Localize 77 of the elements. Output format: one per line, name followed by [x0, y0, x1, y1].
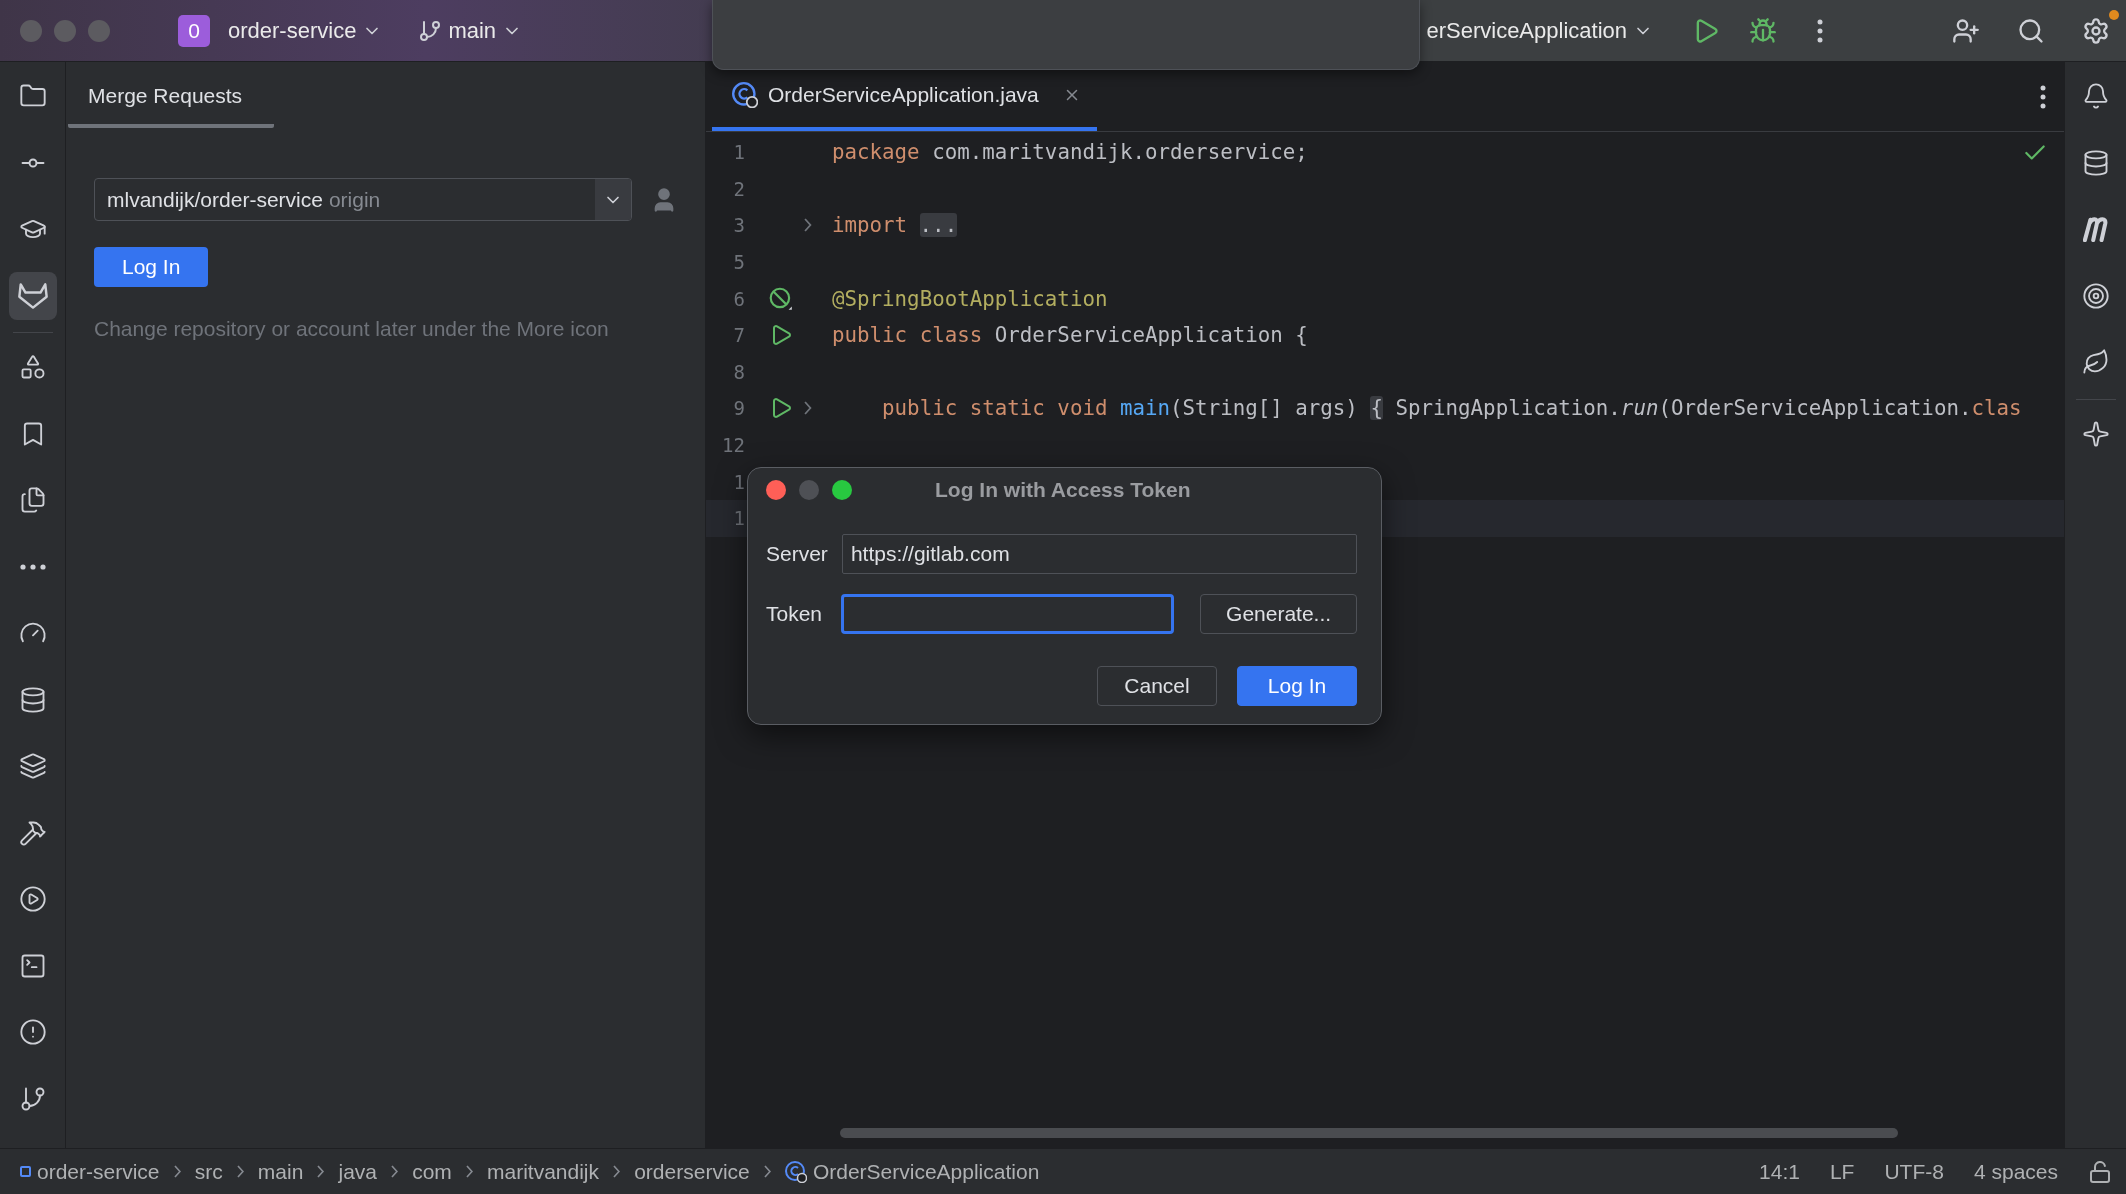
debug-icon[interactable] [1749, 16, 1777, 45]
breadcrumb[interactable]: src [194, 1159, 223, 1184]
bean-icon[interactable] [768, 285, 794, 312]
project-badge: 0 [178, 14, 210, 47]
token-field[interactable] [841, 594, 1175, 634]
tool-window-button[interactable] [8, 271, 57, 320]
module-icon [20, 1166, 31, 1177]
search-icon[interactable] [2017, 16, 2045, 45]
chevron-right-icon [465, 1165, 473, 1178]
chevron-right-icon [236, 1165, 244, 1178]
field-label: Server [766, 542, 828, 566]
breadcrumb[interactable]: OrderServiceApplication [812, 1159, 1040, 1184]
class-file-icon [784, 1160, 807, 1183]
layers-icon [18, 752, 47, 780]
leaf-icon [2081, 348, 2110, 376]
settings-icon[interactable] [2082, 16, 2110, 45]
dialog-title: Log In with Access Token [935, 478, 1191, 502]
panel-tab[interactable]: Merge Requests [68, 62, 274, 128]
line-number: 12 [721, 434, 745, 457]
chevron-right-icon [317, 1165, 325, 1178]
line-number: 8 [732, 360, 745, 383]
line-number: 2 [732, 177, 745, 200]
target-icon [2081, 281, 2110, 310]
chevron-right-icon [613, 1165, 621, 1178]
minimize-light [799, 480, 819, 500]
zoom-light[interactable] [832, 480, 852, 500]
breadcrumb[interactable]: order-service [37, 1159, 160, 1184]
project-selector[interactable]: order-service [220, 11, 391, 50]
sparkle-icon [2081, 419, 2110, 448]
lock-icon[interactable] [2088, 1159, 2112, 1184]
more-icon [19, 563, 46, 570]
close-light[interactable] [766, 480, 786, 500]
code-text: import ... [832, 213, 958, 238]
breadcrumb[interactable]: maritvandijk [487, 1159, 600, 1184]
breadcrumb[interactable]: java [338, 1159, 378, 1184]
alert-icon [18, 1018, 47, 1046]
server-field[interactable]: https://gitlab.com [841, 534, 1357, 574]
indent-setting[interactable]: 4 spaces [1973, 1159, 2058, 1184]
branch-selector[interactable]: main [410, 11, 531, 50]
play-circle-icon [18, 885, 47, 913]
more-icon [1817, 18, 1823, 43]
code-text: public class OrderServiceApplication { [832, 323, 1308, 348]
login-button[interactable]: Log In [1237, 666, 1357, 706]
add-user-icon[interactable] [1952, 16, 1980, 45]
scrollbar[interactable] [840, 1128, 1898, 1138]
code-text: public static void main(String[] args) { SpringApplication.run(OrderServiceApplication.clas [881, 396, 2022, 421]
m-letter-icon [2082, 216, 2109, 242]
fox-icon [17, 281, 48, 310]
login-button[interactable]: Log In [94, 247, 209, 287]
line-number: 5 [732, 251, 745, 274]
cancel-button[interactable]: Cancel [1097, 666, 1217, 706]
line-number: 6 [732, 287, 745, 310]
chevron-right-icon [173, 1165, 181, 1178]
repository-dropdown[interactable]: mlvandijk/order-service origin [94, 178, 632, 221]
line-number: 3 [732, 214, 745, 237]
code-text: @SpringBootApplication [832, 286, 1108, 311]
line-number: 1 [732, 507, 745, 530]
breadcrumb[interactable]: com [412, 1159, 452, 1184]
line-number: 9 [732, 397, 745, 420]
line-number: 7 [732, 324, 745, 347]
chevron-right-icon [763, 1165, 771, 1178]
breadcrumb[interactable]: main [257, 1159, 304, 1184]
line-separator[interactable]: LF [1829, 1159, 1855, 1184]
code-text: package com.maritvandijk.orderservice; [832, 140, 1308, 165]
chevron-right-icon [391, 1165, 399, 1178]
branch-icon [418, 18, 443, 43]
class-file-icon [732, 81, 758, 108]
run-configuration-selector[interactable]: erServiceApplication [1418, 11, 1661, 50]
line-number: 1 [732, 470, 745, 493]
caret-position[interactable]: 14:1 [1759, 1159, 1800, 1184]
file-encoding[interactable]: UTF-8 [1884, 1159, 1944, 1184]
hint-text: Change repository or account later under the More icon [94, 317, 609, 341]
breadcrumb[interactable]: orderservice [634, 1159, 750, 1184]
field-label: Token [766, 602, 823, 626]
generate-button[interactable]: Generate... [1200, 594, 1357, 634]
more-icon [2040, 84, 2046, 109]
line-number: 1 [732, 141, 745, 164]
